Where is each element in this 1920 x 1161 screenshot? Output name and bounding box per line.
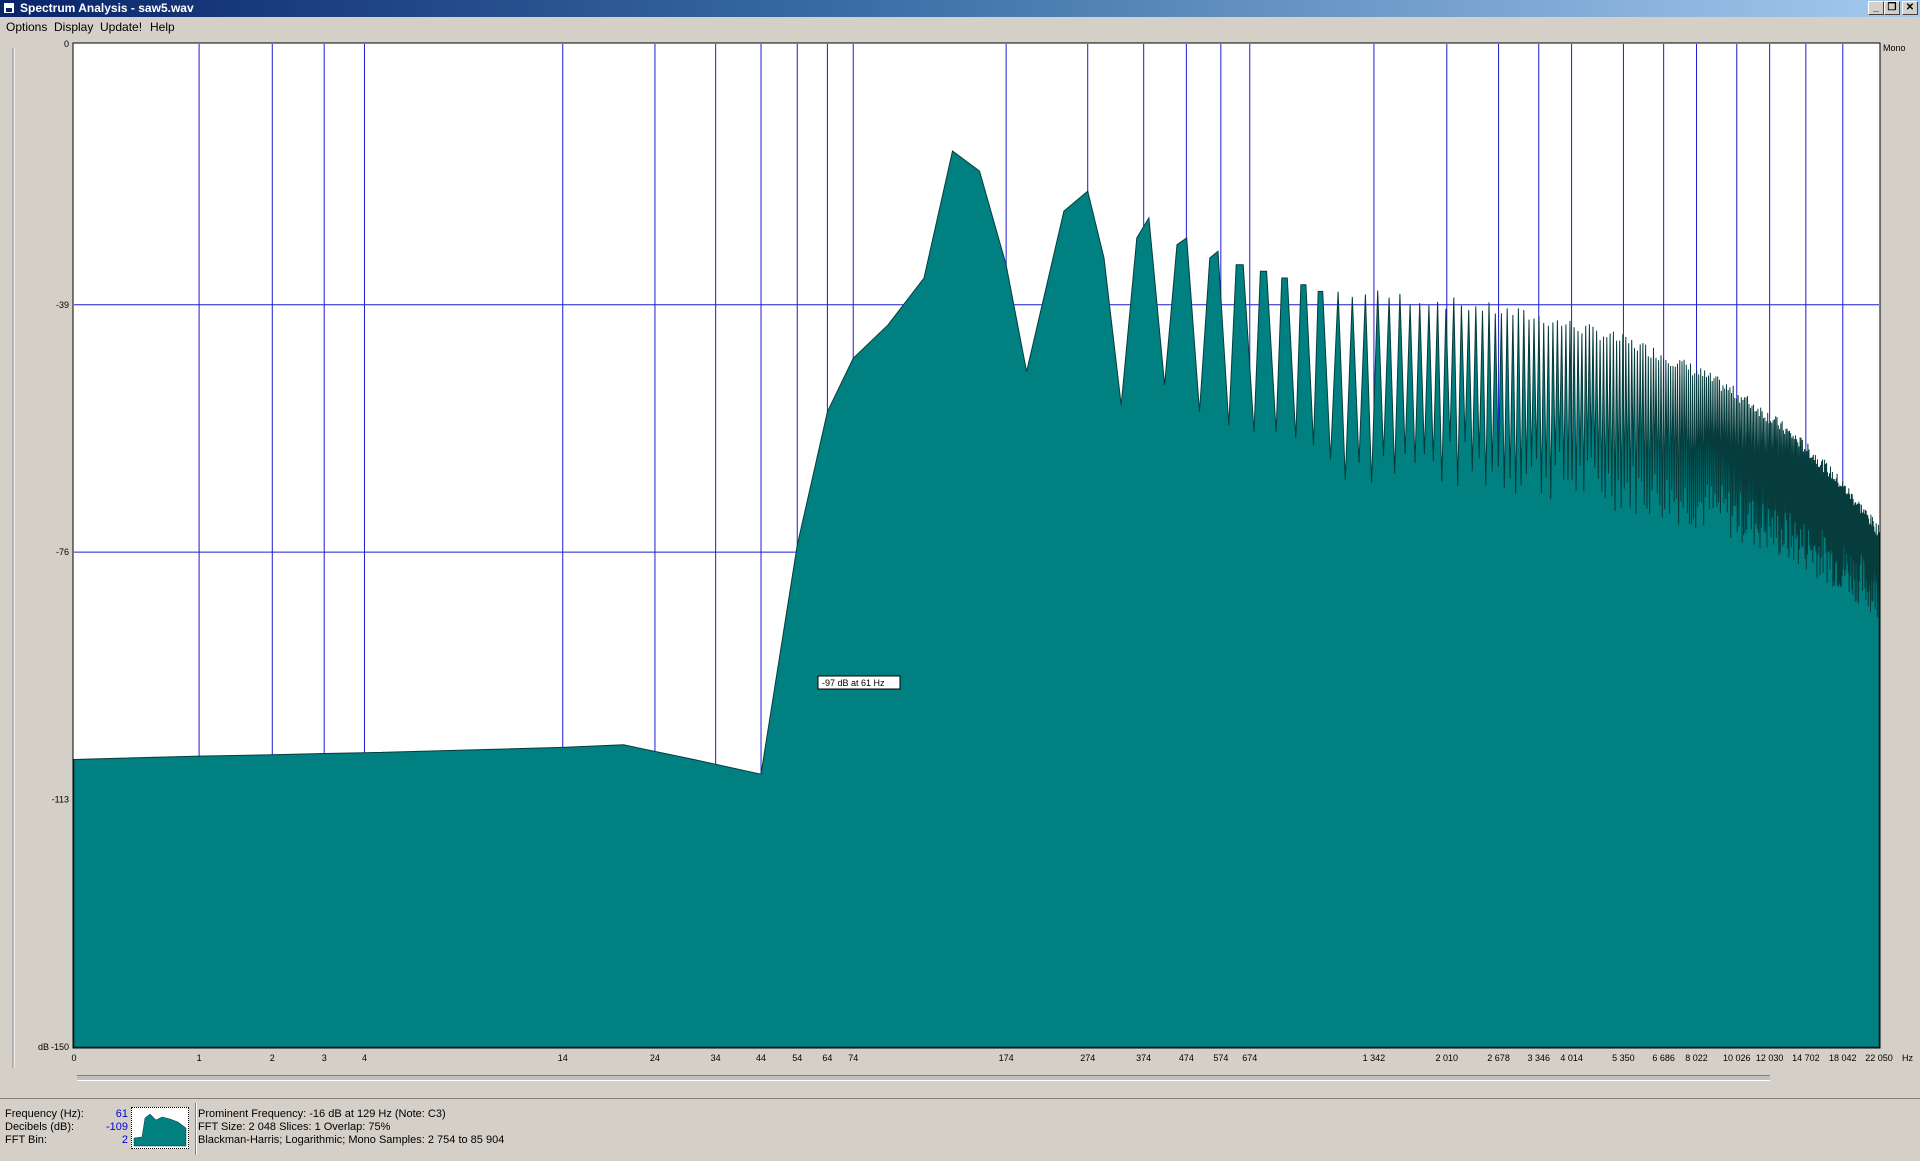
- menu-display[interactable]: Display: [54, 18, 93, 37]
- title-bar[interactable]: Spectrum Analysis - saw5.wav _ ❐ ✕: [0, 0, 1920, 17]
- restore-button[interactable]: ❐: [1884, 1, 1900, 15]
- x-tick-label: 2: [270, 1053, 275, 1063]
- x-tick-label: 274: [1080, 1053, 1095, 1063]
- x-tick-label: 14 702: [1792, 1053, 1820, 1063]
- thumbnail-graphic: [133, 1113, 187, 1147]
- menu-help[interactable]: Help: [150, 18, 175, 37]
- x-tick-label: 44: [756, 1053, 766, 1063]
- close-button[interactable]: ✕: [1902, 1, 1918, 15]
- x-tick-label: 64: [822, 1053, 832, 1063]
- y-axis-labels: 0 -39 -76 -113 -150: [51, 39, 69, 1052]
- window-title: Spectrum Analysis - saw5.wav: [20, 1, 194, 15]
- channel-label: Mono: [1883, 43, 1906, 53]
- fft-info: FFT Size: 2 048 Slices: 1 Overlap: 75%: [198, 1121, 391, 1133]
- x-tick-label: 4 014: [1560, 1053, 1583, 1063]
- x-tick-label: 10 026: [1723, 1053, 1751, 1063]
- x-tick-label: 24: [650, 1053, 660, 1063]
- fft-bin-label: FFT Bin:: [5, 1134, 47, 1146]
- tooltip-text: -97 dB at 61 Hz: [822, 678, 885, 688]
- x-tick-label: 0: [71, 1053, 76, 1063]
- status-divider: [195, 1103, 197, 1155]
- x-tick-label: 374: [1136, 1053, 1151, 1063]
- x-tick-label: 2 678: [1487, 1053, 1510, 1063]
- x-tick-label: 1 342: [1363, 1053, 1386, 1063]
- y-tick-label: -76: [56, 547, 69, 557]
- x-tick-label: 474: [1179, 1053, 1194, 1063]
- x-unit-label: Hz: [1902, 1053, 1913, 1063]
- x-tick-label: 74: [848, 1053, 858, 1063]
- x-tick-label: 3: [322, 1053, 327, 1063]
- x-tick-label: 174: [999, 1053, 1014, 1063]
- x-tick-label: 674: [1242, 1053, 1257, 1063]
- x-tick-label: 5 350: [1612, 1053, 1635, 1063]
- y-unit-label: dB: [38, 1042, 49, 1052]
- y-tick-label: 0: [64, 39, 69, 49]
- x-tick-label: 2 010: [1436, 1053, 1459, 1063]
- x-tick-label: 6 686: [1652, 1053, 1675, 1063]
- x-tick-label: 18 042: [1829, 1053, 1857, 1063]
- status-panel: Frequency (Hz): 61 Decibels (dB): -109 F…: [0, 1098, 1920, 1161]
- x-tick-label: 12 030: [1756, 1053, 1784, 1063]
- x-tick-label: 4: [362, 1053, 367, 1063]
- x-tick-label: 1: [197, 1053, 202, 1063]
- y-tick-label: -113: [52, 795, 69, 805]
- frequency-label: Frequency (Hz):: [5, 1108, 84, 1120]
- menu-update[interactable]: Update!: [100, 18, 142, 37]
- x-tick-label: 34: [711, 1053, 721, 1063]
- horizontal-scrollbar[interactable]: [77, 1075, 1770, 1081]
- window-info: Blackman-Harris; Logarithmic; Mono Sampl…: [198, 1134, 505, 1146]
- x-tick-label: 574: [1213, 1053, 1228, 1063]
- x-tick-label: 3 346: [1527, 1053, 1550, 1063]
- cursor-tooltip: -97 dB at 61 Hz: [817, 675, 901, 690]
- x-tick-label: 22 050: [1865, 1053, 1893, 1063]
- frequency-value: 61: [115, 1108, 128, 1120]
- app-icon: [3, 2, 15, 14]
- x-tick-label: 54: [792, 1053, 802, 1063]
- spectrum-chart[interactable]: 0-39-76-113-150 0 1 2 3 4 14 24 34 44 54 64 74 174 27…: [0, 38, 1920, 1074]
- y-tick-label: -39: [56, 300, 69, 310]
- prominent-frequency: Prominent Frequency: -16 dB at 129 Hz (N…: [198, 1108, 446, 1120]
- x-tick-label: 8 022: [1685, 1053, 1708, 1063]
- menu-bar: Options Display Update! Help: [0, 18, 1920, 37]
- fft-bin-value: 2: [121, 1134, 128, 1146]
- x-axis-labels: 0 1 2 3 4 14 24 34 44 54 64 74 174 274 374 474 574 674 1 3…: [71, 1053, 1892, 1063]
- decibels-label: Decibels (dB):: [5, 1121, 75, 1133]
- minimize-button[interactable]: _: [1868, 1, 1884, 15]
- decibels-value: -109: [105, 1121, 128, 1133]
- spectrum-thumbnail[interactable]: [131, 1107, 189, 1149]
- x-tick-label: 14: [558, 1053, 568, 1063]
- menu-options[interactable]: Options: [6, 18, 47, 37]
- y-tick-label: -150: [51, 1042, 69, 1052]
